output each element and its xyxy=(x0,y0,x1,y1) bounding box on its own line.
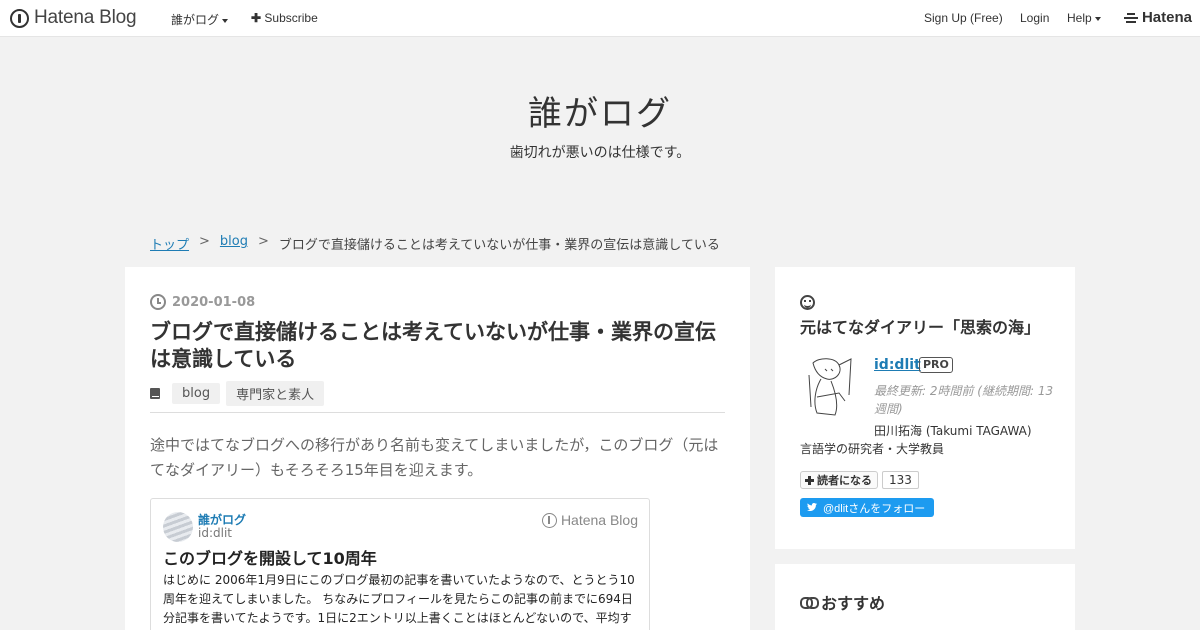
become-reader-button[interactable]: 読者になる xyxy=(800,471,878,489)
breadcrumb-separator: > xyxy=(199,234,210,249)
smile-icon xyxy=(800,295,815,310)
category-tag-experts[interactable]: 専門家と素人 xyxy=(226,381,325,406)
profile-name: 田川拓海 (Takumi TAGAWA) xyxy=(874,424,1032,438)
breadcrumb-top-link[interactable]: トップ xyxy=(150,234,189,253)
article-body-text: 途中ではてなブログへの移行があり名前も変えてしまいましたが，このブログ（元はてな… xyxy=(150,436,719,479)
global-header: Hatena Blog 誰がログ ✚ Subscribe Sign Up (Fr… xyxy=(0,0,1200,37)
recommend-module-title-text: おすすめ xyxy=(821,594,886,613)
article-categories: blog 専門家と素人 xyxy=(150,381,325,406)
blog-menu-label: 誰がログ xyxy=(171,13,220,27)
profile-role: 言語学の研究者・大学教員 xyxy=(800,442,945,456)
blog-title[interactable]: 誰がログ xyxy=(0,86,1200,135)
help-label: Help xyxy=(1067,11,1092,25)
hatena-blog-logo-icon xyxy=(541,512,557,528)
chevron-down-icon xyxy=(222,18,229,23)
reader-count[interactable]: 133 xyxy=(882,471,919,489)
hatena-blog-logo-icon xyxy=(10,8,29,28)
recommend-module-title: おすすめ xyxy=(800,590,885,614)
breadcrumb-current: ブログで直接儲けることは考えていないが仕事・業界の宣伝は意識している xyxy=(278,238,720,253)
embed-title[interactable]: このブログを開設して10周年 xyxy=(163,545,377,569)
divider xyxy=(150,412,725,413)
embed-brand-text: Hatena Blog xyxy=(560,512,638,528)
pro-badge: PRO xyxy=(919,357,953,373)
twitter-follow-button[interactable]: @dlitさんをフォロー xyxy=(800,498,935,517)
reader-row: 読者になる 133 xyxy=(800,471,919,489)
profile-module-title-text: 元はてなダイアリー「思索の海」 xyxy=(800,318,1041,337)
article-date[interactable]: 2020-01-08 xyxy=(150,294,255,310)
signup-link[interactable]: Sign Up (Free) xyxy=(924,11,1003,25)
become-reader-label: 読者になる xyxy=(817,474,872,487)
blog-description: 歯切れが悪いのは仕様です。 xyxy=(509,145,691,161)
help-dropdown[interactable]: Help xyxy=(1067,11,1101,25)
hatena-logo[interactable]: Hatena xyxy=(1123,9,1192,26)
blog-menu-dropdown[interactable]: 誰がログ xyxy=(171,11,229,28)
breadcrumb: トップ > blog > ブログで直接儲けることは考えていないが仕事・業界の宣伝… xyxy=(150,234,720,253)
embedded-blog-card[interactable]: 誰がログ id:dlit Hatena Blog このブログを開設して10周年 … xyxy=(150,498,650,630)
profile-module-title: 元はてなダイアリー「思索の海」 xyxy=(800,290,1055,340)
link-icon xyxy=(800,597,819,609)
embed-hatena-blog-logo: Hatena Blog xyxy=(541,512,638,528)
twitter-bird-icon xyxy=(807,503,817,512)
article-card: 2020-01-08 ブログで直接儲けることは考えていないが仕事・業界の宣伝は意… xyxy=(125,267,750,630)
category-tag-blog[interactable]: blog xyxy=(172,383,221,404)
login-link[interactable]: Login xyxy=(1020,11,1049,25)
plus-icon: ✚ xyxy=(251,11,262,25)
profile-image[interactable] xyxy=(805,355,855,421)
sidebar-profile-module: 元はてなダイアリー「思索の海」 id:dlit PRO 最終更新: 2時間前 (… xyxy=(775,267,1075,549)
plus-icon xyxy=(805,475,814,485)
book-icon xyxy=(150,388,160,399)
hatena-blog-logo-text: Hatena Blog xyxy=(34,7,137,28)
breadcrumb-separator: > xyxy=(258,234,269,249)
twitter-follow-label: @dlitさんをフォロー xyxy=(823,502,926,515)
hatena-mark-icon xyxy=(1123,12,1138,23)
subscribe-label: Subscribe xyxy=(264,11,318,25)
subscribe-button[interactable]: ✚ Subscribe xyxy=(251,11,318,25)
profile-last-update: 最終更新: 2時間前 (継続期間: 13週間) xyxy=(874,384,1054,416)
embed-excerpt: はじめに 2006年1月9日にこのブログ最初の記事を書いていたようなので、とうと… xyxy=(163,573,635,625)
hatena-blog-logo[interactable]: Hatena Blog xyxy=(10,7,137,29)
hatena-logo-text: Hatena xyxy=(1141,9,1192,26)
chevron-down-icon xyxy=(1094,16,1101,21)
clock-icon xyxy=(150,294,166,310)
article-title[interactable]: ブログで直接儲けることは考えていないが仕事・業界の宣伝は意識している xyxy=(150,319,730,373)
profile-user-id-link[interactable]: id:dlit xyxy=(874,357,921,373)
article-date-text: 2020-01-08 xyxy=(172,294,256,310)
avatar xyxy=(163,512,193,542)
breadcrumb-category-link[interactable]: blog xyxy=(220,234,248,253)
sidebar-recommend-module: おすすめ xyxy=(775,564,1075,630)
embed-blog-id: id:dlit xyxy=(198,526,232,540)
